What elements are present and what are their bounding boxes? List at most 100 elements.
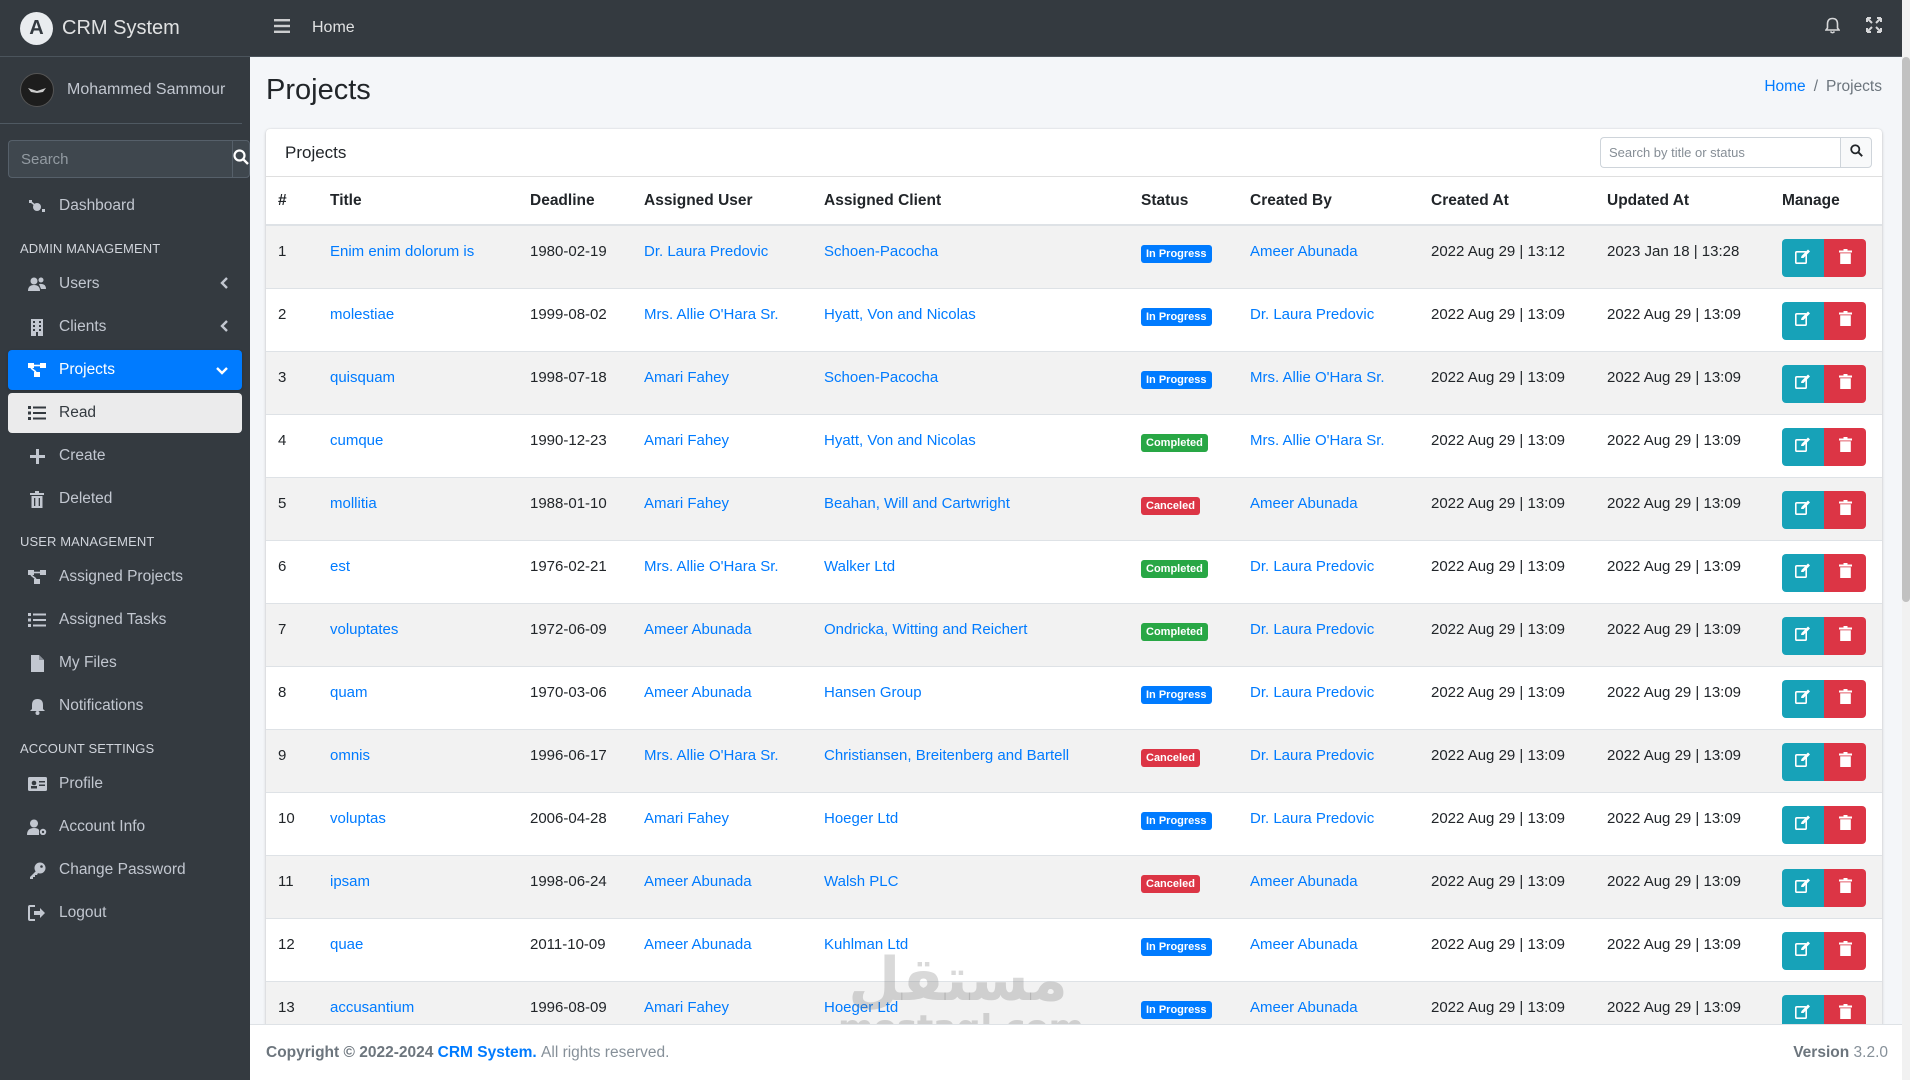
cell-title-link[interactable]: Enim enim dolorum is [318,224,518,288]
cell-assigned-user-link[interactable]: Amari Fahey [632,350,812,414]
delete-button[interactable] [1824,742,1866,781]
cell-created-by-link[interactable]: Dr. Laura Predovic [1238,287,1419,351]
cell-assigned-client-link[interactable]: Ondricka, Witting and Reichert [812,602,1129,666]
delete-button[interactable] [1824,301,1866,340]
cell-title-link[interactable]: mollitia [318,476,518,540]
column-header[interactable]: Status [1129,177,1238,226]
delete-button[interactable] [1824,490,1866,529]
edit-button[interactable] [1782,931,1824,970]
delete-button[interactable] [1824,364,1866,403]
delete-button[interactable] [1824,616,1866,655]
edit-button[interactable] [1782,679,1824,718]
edit-button[interactable] [1782,301,1824,340]
delete-button[interactable] [1824,931,1866,970]
cell-assigned-user-link[interactable]: Ameer Abunada [632,854,812,918]
edit-button[interactable] [1782,490,1824,529]
cell-assigned-client-link[interactable]: Walsh PLC [812,854,1129,918]
sidebar-item-read[interactable]: Read [8,393,242,433]
delete-button[interactable] [1824,239,1866,277]
cell-assigned-user-link[interactable]: Amari Fahey [632,791,812,855]
cell-title-link[interactable]: accusantium [318,980,518,1029]
cell-assigned-user-link[interactable]: Ameer Abunada [632,602,812,666]
sidebar-item-profile[interactable]: Profile [8,764,242,804]
cell-created-by-link[interactable]: Ameer Abunada [1238,917,1419,981]
cell-created-by-link[interactable]: Mrs. Allie O'Hara Sr. [1238,413,1419,477]
cell-assigned-client-link[interactable]: Schoen-Pacocha [812,350,1129,414]
cell-created-by-link[interactable]: Dr. Laura Predovic [1238,665,1419,729]
delete-button[interactable] [1824,553,1866,592]
sidebar-search-input[interactable] [8,140,232,178]
cell-assigned-client-link[interactable]: Hansen Group [812,665,1129,729]
column-header[interactable]: Assigned User [632,177,812,226]
cell-title-link[interactable]: molestiae [318,287,518,351]
column-header[interactable]: Created At [1419,177,1595,226]
cell-title-link[interactable]: ipsam [318,854,518,918]
cell-title-link[interactable]: cumque [318,413,518,477]
cell-created-by-link[interactable]: Dr. Laura Predovic [1238,539,1419,603]
cell-assigned-client-link[interactable]: Hoeger Ltd [812,791,1129,855]
sidebar-search-button[interactable] [232,140,250,178]
cell-assigned-user-link[interactable]: Amari Fahey [632,476,812,540]
cell-assigned-user-link[interactable]: Mrs. Allie O'Hara Sr. [632,539,812,603]
sidebar-item-my-files[interactable]: My Files [8,643,242,683]
column-header[interactable]: Updated At [1595,177,1770,226]
column-header[interactable]: Assigned Client [812,177,1129,226]
cell-assigned-client-link[interactable]: Schoen-Pacocha [812,224,1129,288]
cell-title-link[interactable]: voluptas [318,791,518,855]
cell-title-link[interactable]: est [318,539,518,603]
cell-assigned-client-link[interactable]: Kuhlman Ltd [812,917,1129,981]
cell-title-link[interactable]: quisquam [318,350,518,414]
scrollbar-thumb[interactable] [1902,57,1910,602]
delete-button[interactable] [1824,805,1866,844]
cell-assigned-client-link[interactable]: Hoeger Ltd [812,980,1129,1029]
cell-created-by-link[interactable]: Ameer Abunada [1238,980,1419,1029]
fullscreen-icon[interactable] [1866,17,1882,38]
cell-assigned-client-link[interactable]: Hyatt, Von and Nicolas [812,287,1129,351]
edit-button[interactable] [1782,427,1824,466]
sidebar-item-assigned-projects[interactable]: Assigned Projects [8,557,242,597]
footer-brand-link[interactable]: CRM System. [438,1044,537,1062]
delete-button[interactable] [1824,427,1866,466]
cell-created-by-link[interactable]: Mrs. Allie O'Hara Sr. [1238,350,1419,414]
cell-assigned-user-link[interactable]: Mrs. Allie O'Hara Sr. [632,287,812,351]
cell-title-link[interactable]: voluptates [318,602,518,666]
bell-icon[interactable] [1824,17,1841,38]
sidebar-item-clients[interactable]: Clients [8,307,242,347]
sidebar-item-deleted[interactable]: Deleted [8,479,242,519]
edit-button[interactable] [1782,364,1824,403]
sidebar-item-logout[interactable]: Logout [8,893,242,933]
cell-assigned-user-link[interactable]: Amari Fahey [632,980,812,1029]
hamburger-menu-icon[interactable] [274,19,290,37]
sidebar-item-notifications[interactable]: Notifications [8,686,242,726]
sidebar-item-create[interactable]: Create [8,436,242,476]
cell-assigned-client-link[interactable]: Christiansen, Breitenberg and Bartell [812,728,1129,792]
edit-button[interactable] [1782,805,1824,844]
column-header[interactable]: # [266,177,318,226]
edit-button[interactable] [1782,239,1824,277]
column-header[interactable]: Title [318,177,518,226]
cell-assigned-user-link[interactable]: Ameer Abunada [632,665,812,729]
cell-created-by-link[interactable]: Ameer Abunada [1238,476,1419,540]
edit-button[interactable] [1782,553,1824,592]
cell-assigned-user-link[interactable]: Amari Fahey [632,413,812,477]
top-nav-home-link[interactable]: Home [312,19,355,37]
cell-assigned-client-link[interactable]: Beahan, Will and Cartwright [812,476,1129,540]
sidebar-item-users[interactable]: Users [8,264,242,304]
cell-assigned-user-link[interactable]: Mrs. Allie O'Hara Sr. [632,728,812,792]
cell-created-by-link[interactable]: Ameer Abunada [1238,854,1419,918]
scrollbar[interactable] [1902,0,1910,1080]
edit-button[interactable] [1782,868,1824,907]
breadcrumb-home-link[interactable]: Home [1764,78,1805,95]
sidebar-item-projects[interactable]: Projects [8,350,242,390]
edit-button[interactable] [1782,742,1824,781]
column-header[interactable]: Created By [1238,177,1419,226]
delete-button[interactable] [1824,679,1866,718]
cell-assigned-user-link[interactable]: Ameer Abunada [632,917,812,981]
edit-button[interactable] [1782,616,1824,655]
cell-created-by-link[interactable]: Dr. Laura Predovic [1238,602,1419,666]
cell-title-link[interactable]: omnis [318,728,518,792]
cell-title-link[interactable]: quae [318,917,518,981]
cell-assigned-client-link[interactable]: Walker Ltd [812,539,1129,603]
column-header[interactable]: Deadline [518,177,632,226]
brand-link[interactable]: A CRM System [0,0,250,57]
